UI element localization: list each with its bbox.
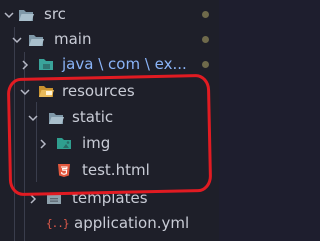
tree-item-img[interactable]: img (0, 131, 219, 156)
modified-dot (202, 11, 209, 18)
modified-dot (202, 36, 209, 43)
tree-item-label: img (82, 134, 111, 152)
html5-icon (58, 164, 70, 177)
tree-item-src[interactable]: src (0, 2, 219, 27)
folder-open-icon (19, 10, 34, 21)
chevron-right-icon (40, 139, 47, 149)
tree-item-label: src (44, 5, 66, 23)
file-explorer-tree: src main java \ com \ ex... resources st… (0, 0, 219, 241)
templates-folder-icon (47, 193, 61, 204)
tree-item-static[interactable]: static (0, 105, 219, 130)
tree-item-main[interactable]: main (0, 27, 219, 52)
tree-item-test-html[interactable]: test.html (0, 158, 219, 183)
tree-item-label: templates (72, 189, 148, 207)
chevron-right-icon (22, 60, 29, 70)
tree-item-java-package[interactable]: java \ com \ ex... (0, 52, 219, 77)
chevron-down-icon (12, 37, 22, 44)
chevron-down-icon (20, 89, 30, 96)
tree-item-label: static (72, 108, 114, 126)
chevron-down-icon (28, 115, 38, 122)
modified-dot (202, 61, 209, 68)
folder-open-icon (29, 35, 44, 46)
image-folder-icon (57, 138, 71, 149)
chevron-right-icon (30, 194, 37, 204)
folder-open-icon (49, 113, 64, 124)
tree-item-resources[interactable]: resources (0, 79, 219, 104)
tree-item-label: resources (62, 82, 135, 100)
tree-item-label: java \ com \ ex... (62, 55, 187, 73)
resources-folder-icon (39, 86, 54, 97)
tree-item-label: test.html (82, 161, 150, 179)
tree-item-label: application.yml (74, 214, 190, 232)
chevron-down-icon (4, 12, 14, 19)
yaml-braces-icon: {..} (46, 217, 69, 230)
java-folder-icon (39, 59, 53, 70)
tree-item-templates[interactable]: templates (0, 186, 219, 211)
tree-item-label: main (54, 30, 92, 48)
tree-item-application-yml[interactable]: {..} application.yml (0, 211, 219, 236)
